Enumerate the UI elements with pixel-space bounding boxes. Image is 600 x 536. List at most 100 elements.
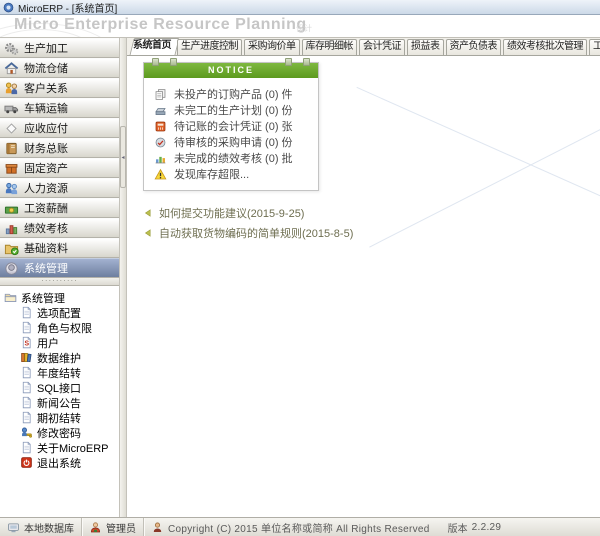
password-icon (20, 426, 33, 439)
sidebar-button-5[interactable]: 应收应付 (0, 118, 119, 138)
notice-item-text: 待审核的采购申请 (0) 份 (174, 137, 293, 149)
navigation-tree: 系统管理选项配置 角色与权限 S 用户 数据维护年度结转 SQL接口 新闻公告期初结转 修改密… (0, 286, 119, 517)
tree-item-label: 期初结转 (37, 412, 81, 425)
tab-label: 库存明细帐 (305, 41, 354, 52)
tree-item-label: 选项配置 (37, 307, 81, 320)
version-value: 2.2.29 (471, 521, 502, 533)
main-row: 生产加工 物流仓储 客户关系 车辆运输 应收应付 财务总账 固定资产 人力资源 工资薪酬 绩效考核… (0, 38, 600, 517)
sidebar-button-10[interactable]: 绩效考核 (0, 218, 119, 238)
statusbar-user-section: 管理员 (82, 518, 144, 536)
tab-strip: 系统首页 生产进度控制 采购询价单 库存明细帐 会计凭证 损益表 资产负债表 绩效考核批次管理… (127, 38, 600, 56)
notice-item-2[interactable]: 未完工的生产计划 (0) 份 (154, 102, 314, 118)
tab-2[interactable]: 生产进度控制 (177, 39, 242, 55)
tree-root-label: 系统管理 (21, 292, 65, 305)
page-icon (20, 321, 33, 334)
banner-subtitle: 设计 (296, 24, 312, 33)
pushpin-icon (152, 58, 159, 66)
sidebar-button-label: 基础资料 (24, 243, 68, 255)
tree-item-10[interactable]: 关于MicroERP (4, 440, 119, 455)
page-icon (20, 411, 33, 424)
tab-label: 系统首页 (133, 40, 172, 51)
sidebar-button-12[interactable]: 系统管理 (0, 258, 119, 278)
sidebar-button-label: 应收应付 (24, 123, 68, 135)
tab-1[interactable]: 系统首页 (129, 38, 175, 55)
sidebar-button-11[interactable]: 基础资料 (0, 238, 119, 258)
panel-grip[interactable]: ·········· (0, 278, 119, 286)
page-icon (20, 306, 33, 319)
gears-icon (4, 41, 19, 56)
tab-3[interactable]: 采购询价单 (244, 39, 300, 55)
sidebar-button-2[interactable]: 物流仓储 (0, 58, 119, 78)
tab-label: 损益表 (411, 41, 440, 52)
tree-item-label: 年度结转 (37, 367, 81, 380)
person-icon (151, 521, 164, 534)
customers-icon (4, 81, 19, 96)
announcement-link-2[interactable]: 自动获取货物编码的简单规则(2015-8-5) (143, 223, 353, 243)
announcement-link-1[interactable]: 如何提交功能建议(2015-9-25) (143, 203, 353, 223)
notice-item-4[interactable]: 待审核的采购申请 (0) 份 (154, 134, 314, 150)
tree-item-9[interactable]: 修改密码 (4, 425, 119, 440)
tree-item-11[interactable]: 退出系统 (4, 455, 119, 470)
sidebar-button-7[interactable]: 固定资产 (0, 158, 119, 178)
tree-item-7[interactable]: 新闻公告 (4, 395, 119, 410)
tree-item-label: SQL接口 (37, 382, 82, 395)
tab-label: 生产进度控制 (181, 41, 239, 52)
status-bar: 本地数据库 管理员 Copyright (C) 2015 单位名称或简称 All… (0, 517, 600, 536)
tree-item-6[interactable]: SQL接口 (4, 380, 119, 395)
sidebar-button-3[interactable]: 客户关系 (0, 78, 119, 98)
tab-4[interactable]: 库存明细帐 (301, 39, 358, 55)
sidebar-button-label: 工资薪酬 (24, 203, 68, 215)
tab-label: 会计凭证 (363, 41, 402, 52)
notice-item-text: 未完成的绩效考核 (0) 批 (174, 153, 293, 165)
warehouse-icon (4, 61, 19, 76)
tree-item-3[interactable]: S 用户 (4, 335, 119, 350)
database-label: 本地数据库 (24, 523, 74, 535)
tab-8[interactable]: 绩效考核批次管理 (503, 39, 587, 55)
pushpin-icon (303, 58, 310, 66)
vertical-splitter[interactable]: ◂ (119, 38, 127, 517)
notice-item-text: 未完工的生产计划 (0) 份 (174, 105, 293, 117)
notice-item-6[interactable]: 发现库存超限... (154, 166, 314, 182)
tab-label: 资产负债表 (449, 41, 498, 52)
sidebar-button-4[interactable]: 车辆运输 (0, 98, 119, 118)
page-icon (20, 396, 33, 409)
notice-item-3[interactable]: 待记账的会计凭证 (0) 张 (154, 118, 314, 134)
statusbar-database-section: 本地数据库 (0, 518, 82, 536)
splitter-collapse-handle[interactable]: ◂ (120, 126, 126, 188)
disk-icon (154, 104, 167, 117)
notice-item-1[interactable]: 未投产的订购产品 (0) 件 (154, 86, 314, 102)
truck-icon (4, 101, 19, 116)
sidebar-button-6[interactable]: 财务总账 (0, 138, 119, 158)
tab-label: 绩效考核批次管理 (507, 41, 584, 52)
notice-item-text: 未投产的订购产品 (0) 件 (174, 89, 293, 101)
home-content: NOTICE 未投产的订购产品 (0) 件未完工的生产计划 (0) 份待记账的会… (127, 56, 600, 517)
sidebar-button-label: 客户关系 (24, 83, 68, 95)
tab-5[interactable]: 会计凭证 (359, 39, 405, 55)
page-icon (20, 366, 33, 379)
statusbar-copyright-section: Copyright (C) 2015 单位名称或简称 All Rights Re… (144, 518, 600, 536)
tab-6[interactable]: 损益表 (407, 39, 444, 55)
payables-icon (4, 121, 19, 136)
pushpin-icon (170, 58, 177, 66)
tree-root[interactable]: 系统管理 (4, 290, 119, 305)
tab-9[interactable]: 工资录入 (589, 39, 600, 55)
tab-7[interactable]: 资产负债表 (445, 39, 502, 55)
sidebar-button-8[interactable]: 人力资源 (0, 178, 119, 198)
user-label: 管理员 (106, 523, 136, 535)
tree-item-2[interactable]: 角色与权限 (4, 320, 119, 335)
tree-item-label: 用户 (37, 337, 59, 350)
sidebar-button-label: 固定资产 (24, 163, 68, 175)
system-icon (4, 261, 19, 276)
books-icon (20, 351, 33, 364)
tree-item-4[interactable]: 数据维护 (4, 350, 119, 365)
assets-icon (4, 161, 19, 176)
sidebar-button-label: 物流仓储 (24, 63, 68, 75)
ledger-icon (4, 141, 19, 156)
notice-item-5[interactable]: 未完成的绩效考核 (0) 批 (154, 150, 314, 166)
tree-item-1[interactable]: 选项配置 (4, 305, 119, 320)
tree-item-8[interactable]: 期初结转 (4, 410, 119, 425)
sidebar-button-9[interactable]: 工资薪酬 (0, 198, 119, 218)
sidebar-button-1[interactable]: 生产加工 (0, 38, 119, 58)
tree-item-5[interactable]: 年度结转 (4, 365, 119, 380)
performance-icon (4, 221, 19, 236)
